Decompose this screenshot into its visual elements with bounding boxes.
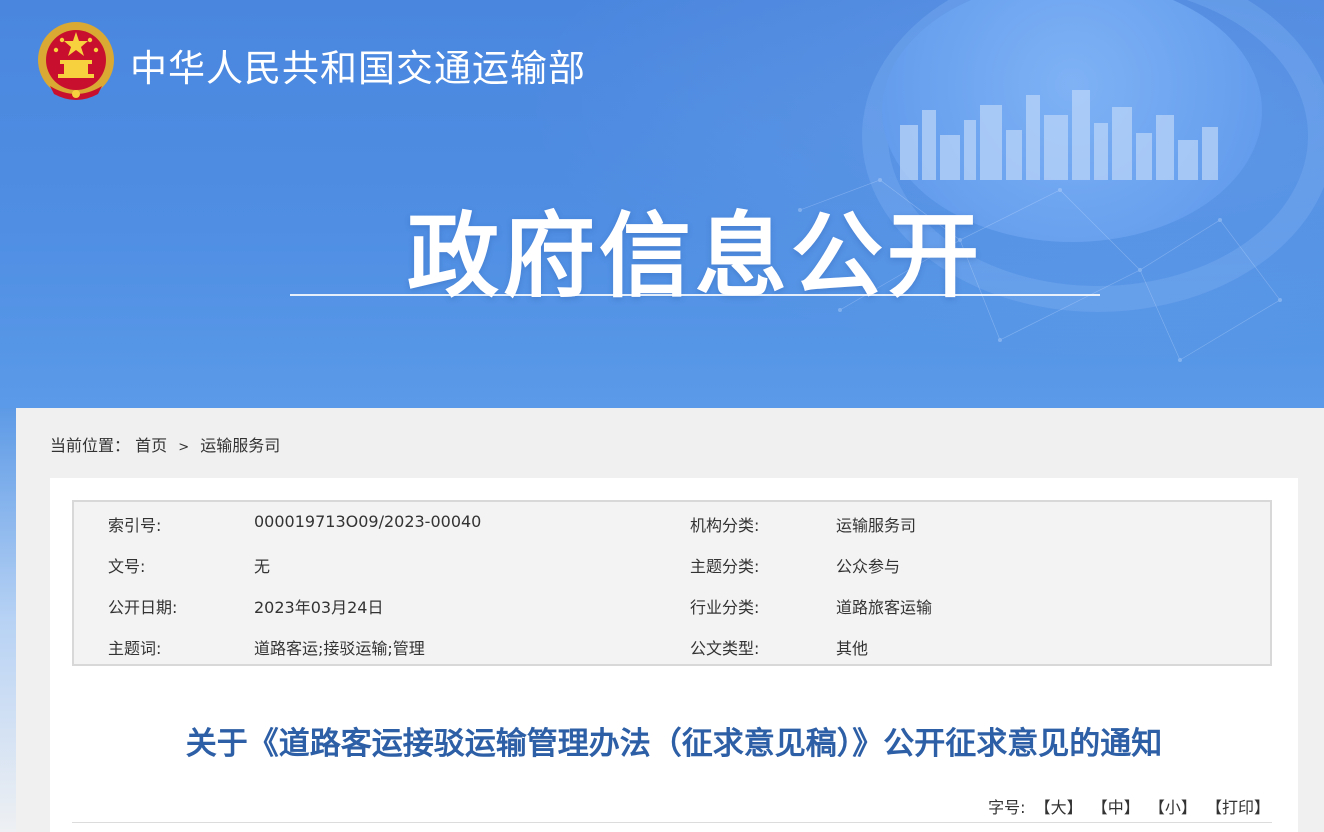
breadcrumb-separator: > — [178, 440, 190, 455]
topic-category-label: 主题分类: — [690, 557, 760, 576]
metadata-row: 主题词: 道路客运;接驳运输;管理 公文类型: 其他 — [74, 625, 1270, 665]
keywords-label: 主题词: — [108, 639, 162, 658]
metadata-row: 公开日期: 2023年03月24日 行业分类: 道路旅客运输 — [74, 584, 1270, 624]
print-button[interactable]: 【打印】 — [1206, 798, 1270, 817]
document-type-label: 公文类型: — [690, 639, 760, 658]
document-type-value: 其他 — [836, 639, 869, 658]
keywords-value: 道路客运;接驳运输;管理 — [254, 639, 425, 658]
city-skyline-decoration — [900, 90, 1218, 180]
content-panel: 当前位置： 首页 > 运输服务司 索引号: 000019713O09/2023-… — [16, 408, 1324, 832]
index-number-label: 索引号: — [108, 516, 162, 535]
font-size-controls: 字号: 【大】 【中】 【小】 【打印】 — [988, 794, 1270, 818]
font-size-label: 字号: — [988, 798, 1026, 817]
agency-category-label: 机构分类: — [690, 516, 760, 535]
document-title: 关于《道路客运接驳运输管理办法（征求意见稿）》公开征求意见的通知 — [185, 726, 1163, 762]
publish-date-label: 公开日期: — [108, 598, 178, 617]
metadata-table: 索引号: 000019713O09/2023-00040 机构分类: 运输服务司… — [72, 500, 1272, 666]
divider — [72, 822, 1272, 823]
ministry-name[interactable]: 中华人民共和国交通运输部 — [130, 38, 586, 92]
font-size-large-button[interactable]: 【大】 — [1035, 798, 1083, 817]
breadcrumb-department-link[interactable]: 运输服务司 — [200, 436, 280, 455]
document-number-label: 文号: — [108, 557, 146, 576]
industry-category-label: 行业分类: — [690, 598, 760, 617]
font-size-medium-button[interactable]: 【中】 — [1092, 798, 1140, 817]
index-number-value: 000019713O09/2023-00040 — [254, 512, 482, 531]
breadcrumb-home-link[interactable]: 首页 — [135, 436, 167, 455]
article-container: 索引号: 000019713O09/2023-00040 机构分类: 运输服务司… — [50, 478, 1298, 832]
breadcrumb-prefix: 当前位置： — [50, 436, 131, 455]
left-decor-strip — [0, 408, 16, 832]
industry-category-value: 道路旅客运输 — [836, 598, 933, 617]
agency-category-value: 运输服务司 — [836, 516, 917, 535]
banner-title-underline — [290, 294, 1100, 296]
header-banner: 中华人民共和国交通运输部 政府信息公开 — [0, 0, 1324, 408]
topic-category-value: 公众参与 — [836, 557, 901, 576]
document-number-value: 无 — [254, 557, 271, 576]
font-size-small-button[interactable]: 【小】 — [1149, 798, 1197, 817]
publish-date-value: 2023年03月24日 — [254, 598, 384, 617]
breadcrumb: 当前位置： 首页 > 运输服务司 — [50, 432, 280, 456]
metadata-row: 文号: 无 主题分类: 公众参与 — [74, 543, 1270, 583]
metadata-row: 索引号: 000019713O09/2023-00040 机构分类: 运输服务司 — [74, 502, 1270, 542]
national-emblem-icon[interactable] — [36, 20, 116, 104]
